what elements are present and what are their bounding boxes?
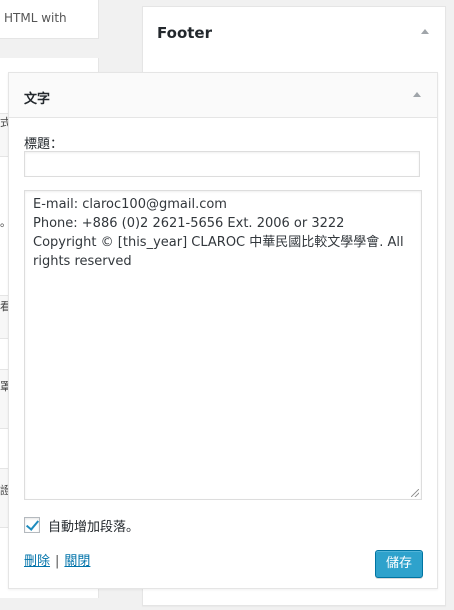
background-snippet: HTML with: [4, 11, 67, 25]
title-field-label: 標題：: [24, 137, 64, 152]
background-panel-top: HTML with: [0, 0, 99, 39]
sidebar-title[interactable]: Footer: [157, 24, 212, 42]
widget-control-links: 刪除 | 關閉: [24, 550, 90, 569]
title-input[interactable]: [24, 151, 420, 177]
save-button[interactable]: 儲存: [374, 550, 423, 578]
auto-paragraph-label[interactable]: 自動增加段落。: [48, 516, 139, 535]
auto-paragraph-checkbox[interactable]: [24, 517, 40, 533]
text-widget: 文字 標題： E-mail: claroc100@gmail.com Phone…: [8, 72, 438, 589]
text-line: Copyright © [this_year] CLAROC 中華民國比較文學學…: [33, 235, 404, 269]
widget-text-area[interactable]: E-mail: claroc100@gmail.com Phone: +886 …: [24, 190, 422, 500]
widget-title: 文字: [24, 92, 51, 107]
text-line: Phone: +886 (0)2 2621-5656 Ext. 2006 or …: [33, 216, 345, 231]
auto-paragraph-option[interactable]: 自動增加段落。: [24, 516, 139, 535]
delete-link[interactable]: 刪除: [24, 554, 50, 569]
text-line: E-mail: claroc100@gmail.com: [33, 197, 227, 212]
widget-collapse-arrow-icon[interactable]: [413, 92, 421, 97]
widget-header[interactable]: 文字: [9, 73, 437, 118]
close-link[interactable]: 關閉: [64, 554, 90, 569]
resize-handle-icon[interactable]: [411, 489, 419, 497]
link-separator: |: [55, 554, 60, 569]
sidebar-collapse-arrow-icon[interactable]: [421, 29, 429, 34]
